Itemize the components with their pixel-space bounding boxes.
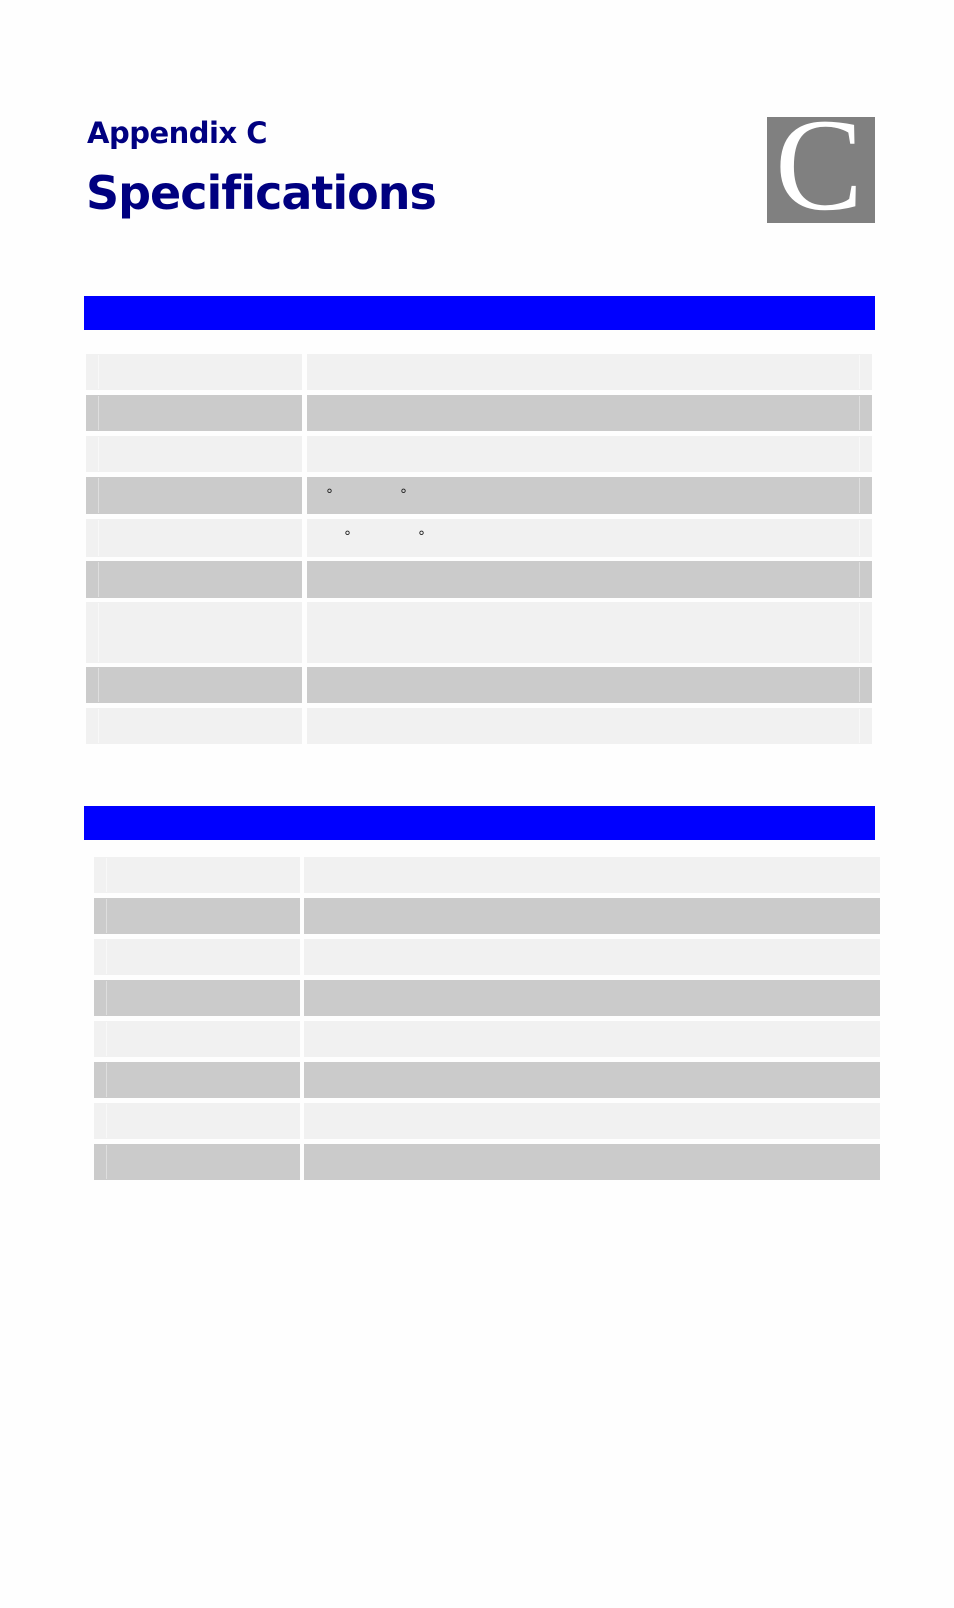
spec-value-cell xyxy=(304,1021,880,1057)
spec-row xyxy=(0,602,954,663)
cell-edge xyxy=(98,396,99,430)
spec-value-cell xyxy=(307,395,872,431)
spec-label-cell xyxy=(86,354,302,390)
spec-row xyxy=(0,898,954,934)
spec-label-cell xyxy=(86,395,302,431)
spec-row xyxy=(0,667,954,703)
degree-symbol: ° xyxy=(344,529,351,546)
spec-label-cell xyxy=(86,436,302,472)
spec-row xyxy=(0,939,954,975)
degree-symbol: ° xyxy=(326,486,333,503)
cell-edge xyxy=(859,355,860,389)
spec-row xyxy=(0,354,954,390)
section-bar-1 xyxy=(84,296,875,330)
degree-symbol: ° xyxy=(400,486,407,503)
cell-edge xyxy=(859,562,860,597)
spec-label-cell xyxy=(94,939,300,975)
cell-edge xyxy=(106,1145,107,1179)
cell-edge xyxy=(98,478,99,513)
spec-row xyxy=(0,561,954,598)
appendix-label: Appendix C xyxy=(87,116,268,150)
cell-edge xyxy=(98,437,99,471)
chapter-badge: C xyxy=(767,117,875,223)
spec-value-cell: ° ° xyxy=(307,477,872,514)
spec-value-cell: ° ° xyxy=(307,519,872,557)
spec-value-cell xyxy=(304,980,880,1016)
cell-edge xyxy=(859,709,860,743)
cell-edge xyxy=(106,1022,107,1056)
spec-label-cell xyxy=(94,1144,300,1180)
spec-value-cell xyxy=(307,667,872,703)
spec-label-cell xyxy=(86,519,302,557)
cell-edge xyxy=(106,1063,107,1097)
spec-row xyxy=(0,708,954,744)
cell-edge xyxy=(98,355,99,389)
cell-edge xyxy=(98,562,99,597)
spec-label-cell xyxy=(94,980,300,1016)
cell-edge xyxy=(106,1104,107,1138)
page-title: Specifications xyxy=(86,166,437,220)
spec-label-cell xyxy=(86,602,302,663)
spec-value-cell xyxy=(304,857,880,893)
cell-edge xyxy=(859,437,860,471)
cell-edge xyxy=(106,981,107,1015)
spec-label-cell xyxy=(86,561,302,598)
chapter-letter: C xyxy=(775,117,864,223)
spec-value-cell xyxy=(304,939,880,975)
spec-label-cell xyxy=(94,898,300,934)
spec-row xyxy=(0,436,954,472)
spec-label-cell xyxy=(86,477,302,514)
spec-value-cell xyxy=(307,354,872,390)
cell-edge xyxy=(106,940,107,974)
cell-edge xyxy=(98,709,99,743)
spec-row xyxy=(0,857,954,893)
spec-row xyxy=(0,1062,954,1098)
spec-value-cell xyxy=(307,561,872,598)
spec-row: ° ° xyxy=(0,519,954,557)
cell-edge xyxy=(859,520,860,556)
spec-row xyxy=(0,1144,954,1180)
spec-value-cell xyxy=(304,898,880,934)
cell-edge xyxy=(98,520,99,556)
spec-value-cell xyxy=(307,708,872,744)
cell-edge xyxy=(98,603,99,662)
spec-value-cell xyxy=(304,1103,880,1139)
degree-symbol: ° xyxy=(418,529,425,546)
spec-value-cell xyxy=(307,602,872,663)
spec-label-cell xyxy=(86,708,302,744)
cell-edge xyxy=(859,478,860,513)
spec-label-cell xyxy=(94,857,300,893)
spec-value-cell xyxy=(304,1062,880,1098)
spec-row xyxy=(0,395,954,431)
spec-row xyxy=(0,980,954,1016)
spec-label-cell xyxy=(94,1021,300,1057)
cell-edge xyxy=(98,668,99,702)
cell-edge xyxy=(106,899,107,933)
cell-edge xyxy=(859,668,860,702)
spec-row xyxy=(0,1021,954,1057)
spec-label-cell xyxy=(94,1103,300,1139)
cell-edge xyxy=(859,603,860,662)
cell-edge xyxy=(859,396,860,430)
spec-label-cell xyxy=(86,667,302,703)
spec-row: ° ° xyxy=(0,477,954,514)
spec-label-cell xyxy=(94,1062,300,1098)
spec-value-cell xyxy=(304,1144,880,1180)
spec-row xyxy=(0,1103,954,1139)
cell-edge xyxy=(106,858,107,892)
section-bar-2 xyxy=(84,806,875,840)
spec-value-cell xyxy=(307,436,872,472)
